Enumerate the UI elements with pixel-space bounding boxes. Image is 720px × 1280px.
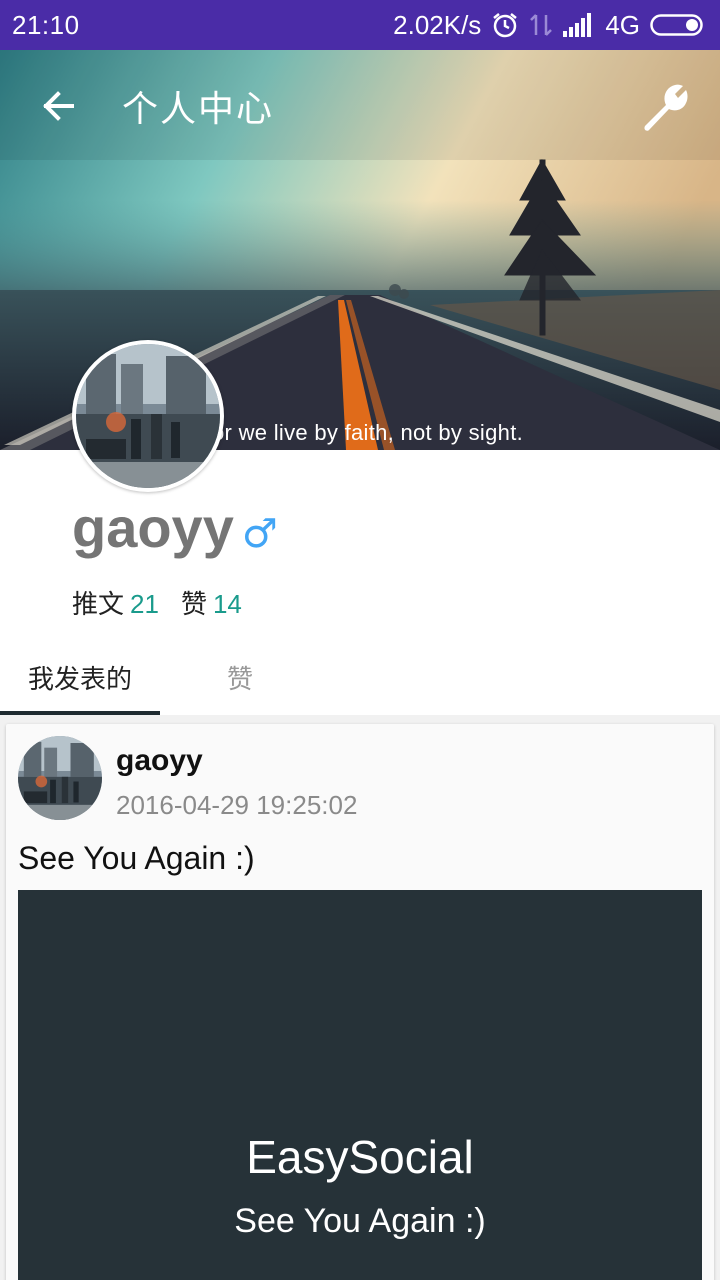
alarm-icon bbox=[491, 11, 519, 39]
status-time: 21:10 bbox=[12, 9, 80, 40]
post-username[interactable]: gaoyy bbox=[116, 744, 203, 778]
settings-button[interactable] bbox=[636, 76, 696, 136]
profile-stats: 推文 21 赞 14 bbox=[72, 584, 242, 621]
post-avatar[interactable] bbox=[18, 736, 102, 820]
stat-posts-count: 21 bbox=[130, 589, 159, 619]
cover-quote: or we live by faith, not by sight. bbox=[212, 420, 524, 445]
post-image-title: EasySocial bbox=[246, 1131, 474, 1183]
network-speed: 2.02K/s bbox=[393, 9, 482, 40]
post-timestamp: 2016-04-29 19:25:02 bbox=[116, 790, 358, 820]
stat-likes-label: 赞 bbox=[180, 590, 207, 620]
stat-posts[interactable]: 推文 21 bbox=[72, 584, 159, 621]
post-avatar-image bbox=[18, 736, 102, 820]
status-bar: 21:10 2.02K/s 4G bbox=[0, 0, 720, 50]
post-card[interactable]: gaoyy 2016-04-29 19:25:02 See You Again … bbox=[6, 724, 714, 1280]
username-row: gaoyy ♂ bbox=[72, 500, 278, 556]
network-type: 4G bbox=[605, 9, 640, 40]
post-text: See You Again :) bbox=[18, 840, 255, 876]
stat-posts-label: 推文 bbox=[72, 590, 125, 620]
profile-avatar[interactable] bbox=[72, 340, 224, 492]
status-right: 2.02K/s 4G bbox=[393, 10, 706, 41]
arrow-left-icon bbox=[43, 91, 74, 121]
profile-username: gaoyy bbox=[72, 496, 234, 559]
signal-icon bbox=[563, 13, 595, 37]
data-transfer-icon bbox=[529, 11, 553, 39]
toolbar: 个人中心 bbox=[0, 50, 720, 162]
stat-likes-count: 14 bbox=[212, 589, 242, 619]
profile-avatar-image bbox=[76, 344, 220, 488]
stat-likes[interactable]: 赞 14 bbox=[181, 584, 242, 621]
battery-icon bbox=[650, 13, 706, 37]
wrench-icon bbox=[644, 84, 688, 131]
tab-my-posts[interactable]: 我发表的 bbox=[0, 640, 160, 715]
male-icon: ♂ bbox=[241, 511, 278, 557]
post-image[interactable]: EasySocial See You Again :) bbox=[18, 890, 702, 1280]
post-image-subtitle: See You Again :) bbox=[234, 1202, 486, 1240]
profile-tabs: 我发表的 赞 bbox=[0, 640, 720, 715]
back-button[interactable] bbox=[28, 76, 88, 136]
tab-likes[interactable]: 赞 bbox=[160, 640, 320, 715]
page-title: 个人中心 bbox=[122, 89, 275, 130]
